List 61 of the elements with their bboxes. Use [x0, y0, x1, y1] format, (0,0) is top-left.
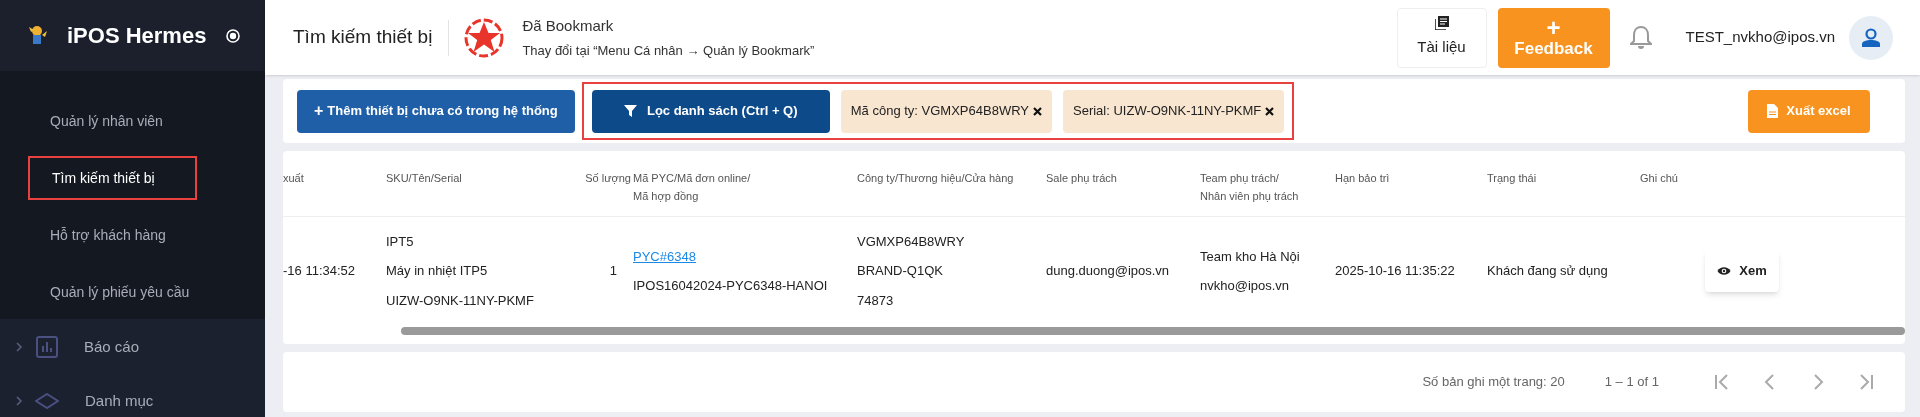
- diamond-icon: [35, 393, 59, 409]
- book-icon: [1434, 16, 1449, 31]
- last-page-icon[interactable]: [1857, 373, 1875, 391]
- column-header: Sale phụ trách: [1046, 171, 1117, 186]
- view-button[interactable]: Xem: [1705, 250, 1779, 292]
- column-header: Số lượng: [585, 171, 632, 186]
- table-cell-text: VGMXP64B8WRY: [857, 232, 966, 251]
- filter-icon: [623, 104, 637, 118]
- close-icon: [1033, 106, 1042, 116]
- column-header: Hạn bảo trì: [1335, 171, 1390, 186]
- app-name: iPOS Hermes: [67, 22, 207, 51]
- user-email: TEST_nvkho@ipos.vn: [1685, 27, 1835, 48]
- bookmark-status: Đã Bookmark: [522, 15, 615, 36]
- filter-chip[interactable]: Serial: UIZW-O9NK-11NY-PKMF: [1063, 89, 1285, 133]
- filter-chip[interactable]: Mã công ty: VGMXP64B8WRY: [840, 89, 1052, 133]
- sidebar-item[interactable]: Hỗ trợ khách hàng: [50, 213, 219, 258]
- sidebar-item[interactable]: Tìm kiếm thiết bị: [28, 156, 197, 201]
- table-cell-text: dung.duong@ipos.vn: [1046, 262, 1171, 281]
- docs-button[interactable]: Tài liệu: [1396, 7, 1487, 68]
- eye-icon: [1717, 266, 1732, 276]
- user-icon: [1861, 27, 1881, 48]
- filter-button[interactable]: Lọc danh sách (Ctrl + Q): [591, 89, 830, 133]
- page-range: 1 – 1 of 1: [1604, 373, 1659, 392]
- sidebar-group[interactable]: Danh mục: [85, 389, 154, 413]
- notification-bell-icon[interactable]: [1629, 25, 1652, 50]
- table-cell-text: UIZW-O9NK-11NY-PKMF: [386, 291, 535, 310]
- chevron-right-icon: [15, 341, 23, 353]
- table-cell-text: 1: [609, 262, 617, 281]
- radio-icon: [226, 28, 241, 43]
- close-icon: [1265, 106, 1275, 116]
- table-cell-text: Máy in nhiệt ITP5: [386, 262, 489, 281]
- column-header: Trạng thái: [1487, 171, 1537, 186]
- sidebar-item[interactable]: Quản lý phiếu yêu cầu: [50, 270, 219, 315]
- sidebar-group[interactable]: Báo cáo: [84, 335, 140, 359]
- table-cell-text: 74873: [857, 291, 895, 310]
- column-header: xuất: [283, 171, 304, 186]
- document-icon: [1767, 104, 1779, 118]
- bookmark-hint: Thay đổi tại “Menu Cá nhân → Quản lý Bookmark”: [522, 42, 815, 60]
- scrollbar-thumb[interactable]: [401, 327, 1905, 335]
- bar-chart-icon: [36, 336, 58, 358]
- chevron-right-icon: [15, 395, 23, 407]
- table-cell-text: nvkho@ipos.vn: [1200, 277, 1291, 295]
- first-page-icon[interactable]: [1713, 373, 1731, 391]
- table-cell-text: BRAND-Q1QK: [857, 262, 944, 281]
- table-cell-text: 2025-10-16 11:35:22: [1335, 262, 1456, 281]
- table-cell-text: Team kho Hà Nội: [1200, 247, 1301, 266]
- table-cell-text: -16 11:34:52: [283, 262, 357, 281]
- column-header: Ghi chú: [1640, 171, 1678, 186]
- page-title: Tìm kiếm thiết bị: [293, 25, 433, 50]
- add-device-button[interactable]: + Thêm thiết bị chưa có trong hệ thống: [297, 89, 575, 133]
- table-cell-text: Khách đang sử dụng: [1487, 262, 1609, 281]
- table-cell-text: IPT5: [386, 232, 415, 251]
- column-header: Team phụ trách/ Nhân viên phụ trách: [1200, 171, 1299, 204]
- column-header: Công ty/Thương hiệu/Cửa hàng: [857, 171, 1014, 186]
- sidebar-item[interactable]: Quản lý nhân viên: [50, 99, 219, 144]
- column-header: SKU/Tên/Serial: [386, 171, 462, 186]
- column-header: Mã PYC/Mã đơn online/ Mã hợp đồng: [633, 171, 751, 204]
- link[interactable]: PYC#6348: [633, 246, 857, 266]
- table-cell-text: IPOS16042024-PYC6348-HANOI: [633, 277, 829, 295]
- page-size-label: Số bản ghi một trang: 20: [1422, 373, 1565, 392]
- user-avatar[interactable]: [1849, 15, 1893, 60]
